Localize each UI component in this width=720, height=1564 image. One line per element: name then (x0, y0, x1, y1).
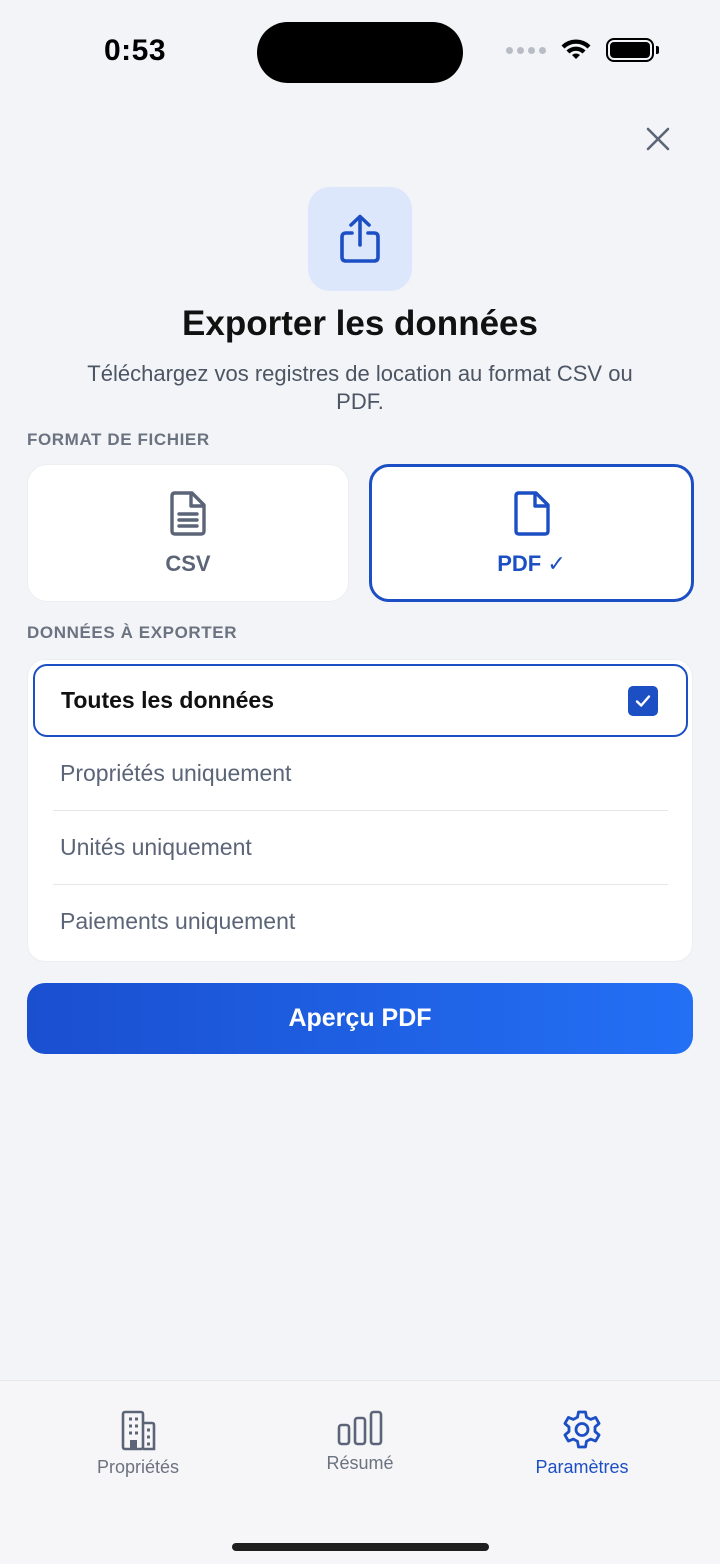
tab-settings[interactable]: Paramètres (492, 1409, 672, 1478)
building-icon (121, 1410, 156, 1451)
preview-pdf-button[interactable]: Aperçu PDF (27, 983, 693, 1054)
export-icon-tile (308, 187, 412, 291)
pdf-label: PDF ✓ (497, 551, 566, 576)
dynamic-island (257, 22, 463, 83)
divider (53, 884, 668, 885)
format-option-csv[interactable]: CSV (27, 464, 349, 602)
tab-label: Propriétés (96, 1457, 180, 1477)
document-icon (513, 491, 550, 536)
export-screen: 0:53 Exporter les données Téléchargez vo… (0, 0, 720, 1564)
checkbox-checked-icon[interactable] (628, 685, 658, 716)
wifi-icon (561, 39, 591, 59)
data-section-label: DONNÉES À EXPORTER (27, 623, 238, 642)
page-title: Exporter les données (182, 304, 538, 343)
cellular-signal-icon (506, 46, 546, 54)
bar-chart-icon (337, 1410, 383, 1446)
checkmark-icon (635, 694, 651, 707)
tab-properties[interactable]: Propriétés (48, 1409, 228, 1478)
battery-icon (606, 38, 659, 62)
close-icon (646, 127, 670, 151)
tab-label: Paramètres (535, 1457, 629, 1477)
option-properties-only[interactable]: Propriétés uniquement (60, 760, 291, 787)
option-payments-only[interactable]: Paiements uniquement (60, 908, 295, 935)
divider (53, 810, 668, 811)
status-indicators (506, 38, 659, 62)
option-label: Toutes les données (61, 687, 275, 713)
tab-summary[interactable]: Résumé (270, 1409, 450, 1474)
page-subtitle: Téléchargez vos registres de location au… (87, 361, 633, 414)
gear-icon (563, 1410, 601, 1449)
share-icon (340, 214, 380, 263)
data-options-list: Toutes les données Propriétés uniquement… (27, 659, 693, 962)
option-all-data[interactable]: Toutes les données (33, 664, 688, 737)
option-units-only[interactable]: Unités uniquement (60, 834, 252, 861)
format-section-label: FORMAT DE FICHIER (27, 430, 210, 449)
csv-label: CSV (165, 551, 211, 576)
document-lines-icon (170, 491, 206, 536)
format-option-pdf[interactable]: PDF ✓ (369, 464, 694, 602)
close-button[interactable] (636, 117, 680, 161)
tab-bar: Propriétés Résumé Paramètres (0, 1380, 720, 1564)
home-indicator (232, 1543, 489, 1551)
status-time: 0:53 (104, 34, 167, 67)
tab-label: Résumé (326, 1453, 394, 1473)
